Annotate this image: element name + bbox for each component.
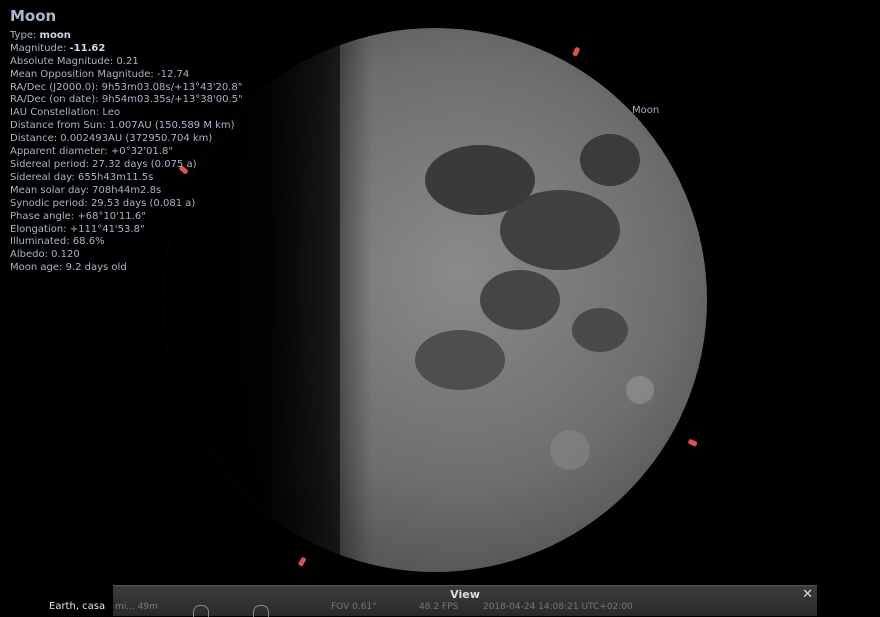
info-label: Mean solar day: <box>10 184 93 196</box>
info-label: Illuminated: <box>10 236 73 248</box>
info-label: Albedo: <box>10 249 52 261</box>
info-value: -11.62 <box>69 42 106 54</box>
location-partial: mi... 49m <box>115 602 158 612</box>
info-row: Apparent diameter: +0°32'01.8" <box>10 146 243 159</box>
info-label: Moon age: <box>10 262 66 274</box>
info-row: Illuminated: 68.6% <box>10 236 243 249</box>
info-label: RA/Dec (on date): <box>10 94 102 106</box>
info-value: 9h54m03.35s/+13°38'00.5" <box>101 94 243 106</box>
toolbar-button[interactable] <box>193 605 209 617</box>
info-label: Elongation: <box>10 223 70 235</box>
info-row: Mean solar day: 708h44m2.8s <box>10 185 243 198</box>
info-value: +0°32'01.8" <box>110 146 173 158</box>
info-value: 0.120 <box>51 249 80 261</box>
info-row: Distance: 0.002493AU (372950.704 km) <box>10 133 243 146</box>
info-value: moon <box>39 29 71 41</box>
info-value: 655h43m11.5s <box>77 171 154 183</box>
info-value: +68°10'11.6" <box>77 210 146 222</box>
info-row: Elongation: +111°41'53.8" <box>10 224 243 237</box>
info-row: Moon age: 9.2 days old <box>10 262 243 275</box>
info-label: RA/Dec (J2000.0): <box>10 81 102 93</box>
marker <box>298 557 306 567</box>
info-row: Type: moon <box>10 30 243 43</box>
info-row: Albedo: 0.120 <box>10 249 243 262</box>
info-value: 1.007AU (150.589 M km) <box>108 120 235 132</box>
info-row: IAU Constellation: Leo <box>10 107 243 120</box>
info-label: Type: <box>10 29 40 41</box>
info-row: Phase angle: +68°10'11.6" <box>10 211 243 224</box>
info-label: Magnitude: <box>10 42 70 54</box>
info-label: Sidereal period: <box>10 158 93 170</box>
info-row: Synodic period: 29.53 days (0.081 a) <box>10 198 243 211</box>
object-info-rows: Type: moon Magnitude: -11.62 Absolute Magn… <box>10 30 243 275</box>
fps-readout: 48.2 FPS <box>419 602 459 612</box>
info-value: 27.32 days (0.075 a) <box>92 158 197 170</box>
info-row: RA/Dec (J2000.0): 9h53m03.08s/+13°43'20.… <box>10 82 243 95</box>
marker <box>688 439 698 447</box>
view-dialog-title: View <box>450 588 480 601</box>
info-value: 9.2 days old <box>65 262 127 274</box>
marker <box>572 47 580 57</box>
info-label: Absolute Magnitude: <box>10 55 117 67</box>
info-row: Absolute Magnitude: 0.21 <box>10 56 243 69</box>
info-value: 9h53m03.08s/+13°43'20.8" <box>101 81 243 93</box>
fov-readout: FOV 0.61° <box>331 602 377 612</box>
info-row: RA/Dec (on date): 9h54m03.35s/+13°38'00.… <box>10 94 243 107</box>
location-text: Earth, casa <box>49 601 106 612</box>
info-value: +111°41'53.8" <box>69 223 145 235</box>
info-label: Distance from Sun: <box>10 120 109 132</box>
info-row: Distance from Sun: 1.007AU (150.589 M km… <box>10 120 243 133</box>
info-value: 0.002493AU (372950.704 km) <box>60 133 213 145</box>
info-row: Mean Opposition Magnitude: -12.74 <box>10 69 243 82</box>
info-label: IAU Constellation: <box>10 107 103 119</box>
info-row: Sidereal day: 655h43m11.5s <box>10 172 243 185</box>
info-label: Mean Opposition Magnitude: <box>10 68 157 80</box>
object-title: Moon <box>10 7 57 25</box>
toolbar-button[interactable] <box>253 605 269 617</box>
datetime-readout: 2018-04-24 14:08:21 UTC+02:00 <box>483 602 633 612</box>
info-value: 0.21 <box>116 55 139 67</box>
close-icon[interactable]: ✕ <box>802 587 813 602</box>
info-label: Apparent diameter: <box>10 146 111 158</box>
info-label: Sidereal day: <box>10 171 78 183</box>
info-value: 68.6% <box>72 236 105 248</box>
info-value: 708h44m2.8s <box>92 184 162 196</box>
info-value: -12.74 <box>156 68 190 80</box>
view-dialog-bar: View ✕ mi... 49m FOV 0.61° 48.2 FPS 2018… <box>113 585 817 617</box>
info-value: Leo <box>102 107 121 119</box>
info-label: Synodic period: <box>10 197 91 209</box>
info-row: Magnitude: -11.62 <box>10 43 243 56</box>
info-value: 29.53 days (0.081 a) <box>90 197 196 209</box>
info-label: Distance: <box>10 133 61 145</box>
object-info-panel: Moon Type: moon Magnitude: -11.62 Absolute… <box>10 7 243 275</box>
info-label: Phase angle: <box>10 210 78 222</box>
moon-sky-label[interactable]: Moon <box>632 105 659 116</box>
info-row: Sidereal period: 27.32 days (0.075 a) <box>10 159 243 172</box>
